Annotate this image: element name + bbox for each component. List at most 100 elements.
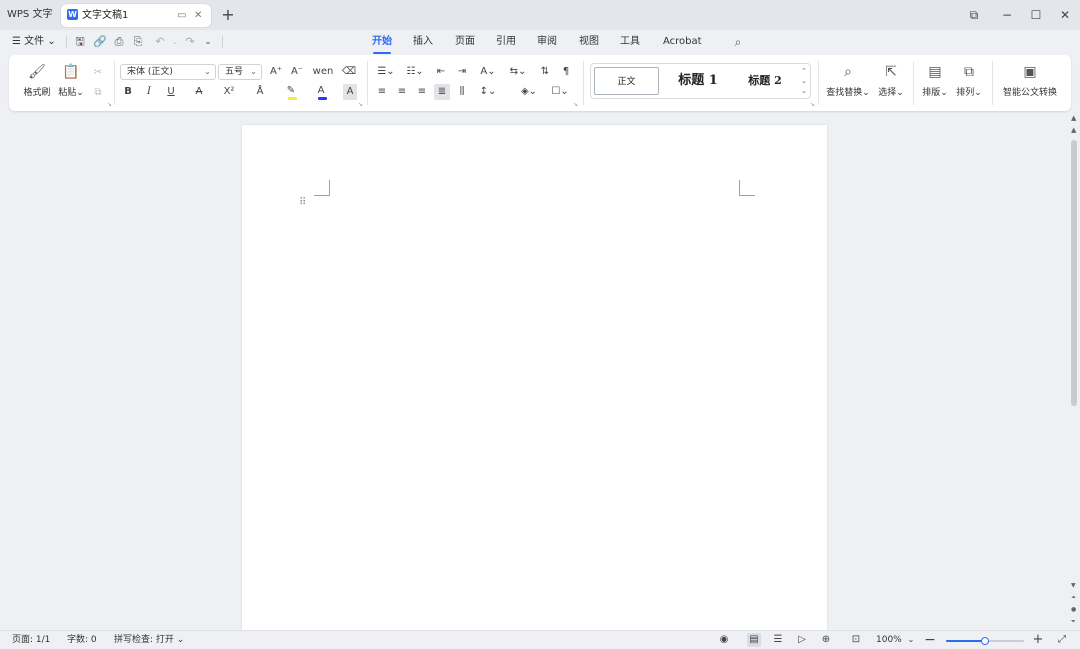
arrange-button[interactable]: ⧉ 排列⌄ [955,63,983,98]
align-right-icon[interactable]: ≡ [415,84,429,100]
strikethrough-button[interactable]: A [192,84,206,100]
cut-icon[interactable]: ✂ [91,65,105,81]
save-icon[interactable]: 🖫 [73,33,87,51]
character-shading-icon[interactable]: A [343,84,357,100]
spellcheck-status[interactable]: 拼写检查: 打开 ⌄ [114,634,184,647]
app-name-tab[interactable]: WPS 文字 [0,4,59,26]
scrollbar-thumb[interactable] [1071,140,1077,406]
undo-icon[interactable]: ↶ [153,33,167,51]
tab-page[interactable]: 页面 [455,33,475,51]
zoom-in-button[interactable]: + [1031,633,1045,647]
scroll-up-icon[interactable]: ▲ [1071,126,1076,134]
bullet-list-icon[interactable]: ☰⌄ [375,64,397,80]
layout-button[interactable]: ▤ 排版⌄ [921,63,949,98]
underline-button[interactable]: U [164,84,178,100]
tab-tools[interactable]: 工具 [620,33,640,51]
tab-view[interactable]: 视图 [579,33,599,51]
tab-acrobat[interactable]: Acrobat [663,33,702,51]
new-tab-button[interactable]: + [220,4,236,26]
paragraph-launcher-icon[interactable]: ↘ [573,101,578,108]
font-size-select[interactable]: 五号 ⌄ [218,64,262,80]
style-heading-2[interactable]: 标题 2 [737,67,793,95]
sort-icon[interactable]: ⇅ [538,64,552,80]
gallery-scroll-icon[interactable]: ⌃ ⌄ ⌄ [800,66,808,96]
tab-close-icon[interactable]: ✕ [194,4,202,27]
undo-dropdown-icon[interactable]: ⌄ [168,33,182,51]
page-count[interactable]: 页面: 1/1 [12,634,50,647]
vertical-scrollbar[interactable]: ▲ ▲ ▼ ⏶ ● ⏷ [1068,112,1080,630]
file-menu-button[interactable]: ☰ 文件 ⌄ [12,33,56,51]
borders-icon[interactable]: ☐⌄ [549,84,571,100]
page-view-icon[interactable]: ▤ [747,633,761,647]
style-normal[interactable]: 正文 [594,67,659,95]
print-preview-icon[interactable]: ⎘ [131,33,145,51]
select-button[interactable]: ⇱ 选择⌄ [877,63,905,98]
shading-icon[interactable]: ◈⌄ [518,84,540,100]
restore-window-icon[interactable]: ⧉ [966,6,982,24]
zoom-slider-knob[interactable] [981,637,989,645]
font-color-button[interactable]: A [311,83,331,101]
zoom-out-button[interactable]: − [923,633,937,647]
bold-button[interactable]: B [121,84,135,100]
text-direction-icon[interactable]: A⌄ [477,64,499,80]
align-center-icon[interactable]: ≡ [395,84,409,100]
select-browse-object-icon[interactable]: ● [1071,606,1076,613]
font-name-select[interactable]: 宋体 (正文) ⌄ [120,64,216,80]
previous-page-icon[interactable]: ⏶ [1071,594,1076,602]
find-replace-button[interactable]: ⌕ 查找替换⌄ [825,63,871,98]
web-view-icon[interactable]: ⊕ [819,633,833,647]
increase-indent-icon[interactable]: ⇥ [455,64,469,80]
line-spacing-icon[interactable]: ↕⌄ [477,84,499,100]
style-heading-1[interactable]: 标题 1 [669,67,727,95]
document-tab[interactable]: W 文字文稿1 ▭ ✕ [61,4,211,27]
highlight-color-button[interactable]: ✎ [281,83,301,101]
tab-review[interactable]: 审阅 [537,33,557,51]
play-icon[interactable]: ▷ [795,633,809,647]
redo-icon[interactable]: ↷ [183,33,197,51]
format-painter-button[interactable]: 🖌 格式刷 [22,63,52,98]
paste-button[interactable]: 📋 粘贴⌄ [57,63,85,98]
search-icon[interactable]: ⌕ [731,33,745,51]
chinese-layout-icon[interactable]: ⇆⌄ [507,64,529,80]
tab-home[interactable]: 开始 [372,33,392,54]
fullscreen-icon[interactable]: ⤢ [1055,633,1069,647]
customize-toolbar-icon[interactable]: ⌄ [201,33,215,51]
distributed-align-icon[interactable]: ⫼ [455,84,469,100]
word-count[interactable]: 字数: 0 [67,634,97,647]
smart-document-convert-button[interactable]: ▣ 智能公文转换 [1000,63,1060,98]
close-window-button[interactable]: ✕ [1057,6,1073,24]
tab-insert[interactable]: 插入 [413,33,433,51]
eye-icon[interactable]: ◉ [717,633,731,647]
clear-formatting-icon[interactable]: ⌫ [341,64,357,80]
clipboard-launcher-icon[interactable]: ↘ [107,101,112,108]
justify-icon[interactable]: ≣ [434,84,450,100]
zoom-dropdown-icon[interactable]: ⌄ [904,633,918,647]
increase-font-size-button[interactable]: A⁺ [268,64,284,80]
scroll-up-icon[interactable]: ▲ [1071,114,1076,122]
align-left-icon[interactable]: ≡ [375,84,389,100]
paragraph-drag-handle-icon[interactable]: ⠿ [299,197,306,208]
zoom-level[interactable]: 100% [876,634,902,647]
numbered-list-icon[interactable]: ☷⌄ [404,64,426,80]
superscript-button[interactable]: X² [220,84,238,100]
zoom-slider[interactable] [946,637,1024,645]
copy-icon[interactable]: ⧉ [91,85,105,101]
scroll-down-icon[interactable]: ▼ [1071,582,1076,589]
maximize-button[interactable]: ☐ [1028,6,1044,24]
text-effects-icon[interactable]: Å [252,84,268,100]
decrease-font-size-button[interactable]: A⁻ [289,64,305,80]
decrease-indent-icon[interactable]: ⇤ [434,64,448,80]
italic-button[interactable]: I [142,84,156,100]
next-page-icon[interactable]: ⏷ [1071,618,1076,626]
tab-screen-icon[interactable]: ▭ [177,4,186,27]
document-page[interactable]: ⠿ [242,125,827,631]
pinyin-guide-button[interactable]: wen [310,64,336,80]
print-icon[interactable]: ⎙ [112,33,126,51]
outline-view-icon[interactable]: ☰ [771,633,785,647]
minimize-button[interactable]: − [999,6,1015,24]
link-icon[interactable]: 🔗 [93,33,107,51]
tab-references[interactable]: 引用 [496,33,516,51]
fit-page-icon[interactable]: ⊡ [849,633,863,647]
show-marks-icon[interactable]: ¶ [558,64,574,80]
styles-launcher-icon[interactable]: ↘ [810,101,815,108]
